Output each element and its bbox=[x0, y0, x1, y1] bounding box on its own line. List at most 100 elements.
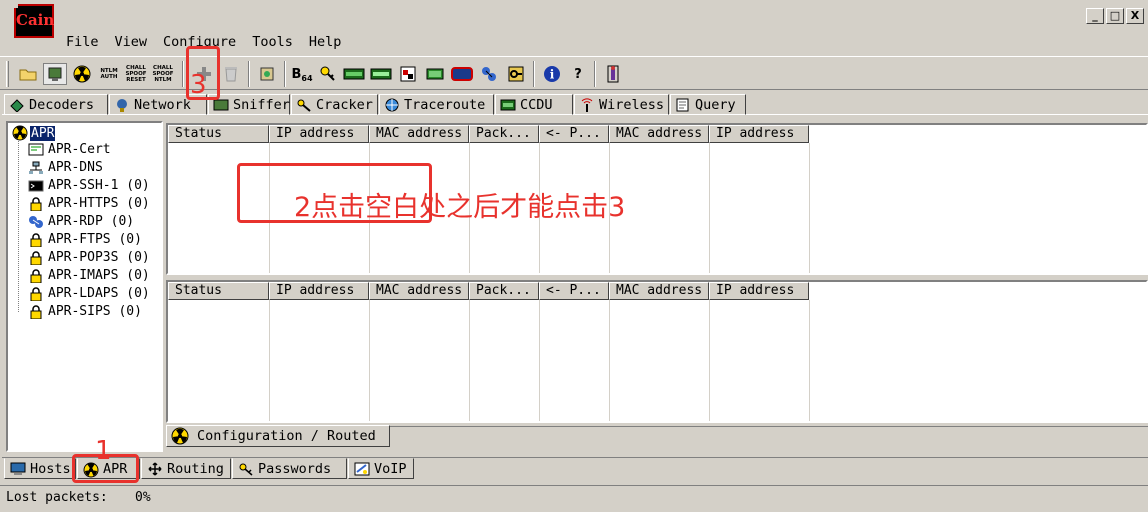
vpn-decoder-icon[interactable] bbox=[369, 63, 393, 85]
tab-traceroute[interactable]: Traceroute bbox=[379, 94, 494, 115]
b64-sub: 64 bbox=[301, 73, 313, 83]
col-mac-address[interactable]: MAC address bbox=[369, 125, 469, 143]
col-back-packets[interactable]: <- P... bbox=[539, 282, 609, 300]
password-key-icon[interactable] bbox=[504, 63, 528, 85]
minimize-button[interactable]: _ bbox=[1086, 8, 1104, 24]
tree-item-label: APR-IMAPS (0) bbox=[48, 268, 150, 283]
tab-sniffer[interactable]: Sniffer bbox=[208, 94, 290, 115]
tab-configuration-routed[interactable]: Configuration / Routed bbox=[166, 425, 390, 447]
lost-packets-value: 0% bbox=[135, 490, 151, 505]
network-icon bbox=[114, 98, 130, 112]
tab-ccdu[interactable]: CCDU bbox=[495, 94, 573, 115]
tab-cracker[interactable]: Cracker bbox=[291, 94, 378, 115]
certificate-icon bbox=[28, 143, 44, 157]
apr-radiation-icon bbox=[12, 125, 28, 141]
wireless-scan-icon[interactable] bbox=[477, 63, 501, 85]
help-glyph: ? bbox=[574, 66, 582, 82]
col-ip-address[interactable]: IP address bbox=[269, 282, 369, 300]
tab-voip[interactable]: VoIP bbox=[348, 458, 414, 479]
routing-arrows-icon bbox=[147, 461, 163, 476]
tree-item-apr-ftps[interactable]: APR-FTPS (0) bbox=[28, 231, 142, 248]
tree-connector bbox=[18, 141, 19, 312]
col-back-packets[interactable]: <- P... bbox=[539, 125, 609, 143]
base64-icon[interactable]: B 64 bbox=[290, 63, 314, 85]
passwords-key-icon bbox=[238, 462, 254, 476]
col-mac-address-2[interactable]: MAC address bbox=[609, 125, 709, 143]
toolbar-separator bbox=[594, 61, 596, 87]
grid-line bbox=[809, 143, 810, 273]
tree-item-apr-ldaps[interactable]: APR-LDAPS (0) bbox=[28, 285, 150, 302]
lsa-secrets-icon[interactable] bbox=[396, 63, 420, 85]
help-icon[interactable]: ? bbox=[566, 63, 590, 85]
ntlm-auth-text-2: AUTH bbox=[100, 74, 118, 80]
tab-ccdu-label: CCDU bbox=[520, 96, 553, 113]
col-packets[interactable]: Pack... bbox=[469, 125, 539, 143]
toolbar-separator bbox=[284, 61, 286, 87]
toolbar-grip[interactable] bbox=[6, 61, 9, 87]
open-folder-icon[interactable] bbox=[16, 63, 40, 85]
tree-item-apr-pop3s[interactable]: APR-POP3S (0) bbox=[28, 249, 150, 266]
tab-voip-label: VoIP bbox=[374, 460, 407, 477]
grid-line bbox=[609, 300, 610, 421]
user-exit-icon[interactable] bbox=[601, 63, 625, 85]
col-ip-address-2[interactable]: IP address bbox=[709, 125, 809, 143]
start-sniffer-icon[interactable] bbox=[43, 63, 67, 85]
info-icon[interactable]: i bbox=[540, 63, 564, 85]
tree-item-label: APR-DNS bbox=[48, 160, 103, 175]
menu-view[interactable]: View bbox=[115, 33, 148, 51]
col-ip-address-2[interactable]: IP address bbox=[709, 282, 809, 300]
tree-item-apr-sips[interactable]: APR-SIPS (0) bbox=[28, 303, 142, 320]
start-apr-icon[interactable] bbox=[70, 63, 94, 85]
tree-item-apr-cert[interactable]: APR-Cert bbox=[28, 141, 111, 158]
menu-help[interactable]: Help bbox=[309, 33, 342, 51]
key-lock-icon[interactable] bbox=[316, 63, 340, 85]
tree-item-apr-rdp[interactable]: APR-RDP (0) bbox=[28, 213, 134, 230]
ntlm-auth-icon[interactable]: NTLM AUTH bbox=[97, 63, 121, 85]
chall-spoof-ntlm-icon[interactable]: CHALL SPOOF NTLM bbox=[151, 63, 175, 85]
col-mac-address-2[interactable]: MAC address bbox=[609, 282, 709, 300]
upper-list-header: Status IP address MAC address Pack... <-… bbox=[168, 125, 809, 143]
lower-list-header: Status IP address MAC address Pack... <-… bbox=[168, 282, 809, 300]
tab-routing[interactable]: Routing bbox=[141, 458, 231, 479]
tree-item-apr-imaps[interactable]: APR-IMAPS (0) bbox=[28, 267, 150, 284]
tab-cracker-label: Cracker bbox=[316, 96, 373, 113]
tree-item-label: APR-POP3S (0) bbox=[48, 250, 150, 265]
dialup-password-icon[interactable] bbox=[423, 63, 447, 85]
menu-file[interactable]: File bbox=[66, 33, 99, 51]
tree-item-apr-ssh1[interactable]: APR-SSH-1 (0) bbox=[28, 177, 150, 194]
maximize-button[interactable]: □ bbox=[1106, 8, 1124, 24]
col-ip-address[interactable]: IP address bbox=[269, 125, 369, 143]
tab-passwords-label: Passwords bbox=[258, 460, 332, 477]
col-packets[interactable]: Pack... bbox=[469, 282, 539, 300]
cisco-config-icon[interactable] bbox=[450, 63, 474, 85]
tab-decoders[interactable]: Decoders bbox=[4, 94, 108, 115]
tree-item-label: APR-Cert bbox=[48, 142, 111, 157]
tab-query[interactable]: Query bbox=[670, 94, 746, 115]
tab-traceroute-label: Traceroute bbox=[404, 96, 486, 113]
chall-spoof-reset-icon[interactable]: CHALL SPOOF RESET bbox=[124, 63, 148, 85]
lock-icon bbox=[28, 232, 44, 247]
hash-calc-icon[interactable] bbox=[342, 63, 366, 85]
apr-lower-list[interactable]: Status IP address MAC address Pack... <-… bbox=[166, 280, 1148, 423]
menu-tools[interactable]: Tools bbox=[252, 33, 293, 51]
col-status[interactable]: Status bbox=[168, 282, 269, 300]
cain-window: Cain _ □ X File View Configure Tools Hel… bbox=[0, 0, 1148, 512]
tree-item-apr-dns[interactable]: APR-DNS bbox=[28, 159, 103, 176]
certificate-icon[interactable] bbox=[255, 63, 279, 85]
tab-passwords[interactable]: Passwords bbox=[232, 458, 347, 479]
grid-line bbox=[539, 300, 540, 421]
col-mac-address[interactable]: MAC address bbox=[369, 282, 469, 300]
tree-item-apr-https[interactable]: APR-HTTPS (0) bbox=[28, 195, 150, 212]
tab-wireless[interactable]: Wireless bbox=[574, 94, 669, 115]
lock-icon bbox=[28, 250, 44, 265]
close-button[interactable]: X bbox=[1126, 8, 1144, 24]
traceroute-icon bbox=[384, 98, 400, 112]
tree-root-apr[interactable]: APR bbox=[12, 125, 56, 141]
tab-network-label: Network bbox=[134, 96, 191, 113]
tab-hosts[interactable]: Hosts bbox=[4, 458, 76, 479]
lock-icon bbox=[28, 268, 44, 283]
recycle-bin-icon[interactable] bbox=[219, 63, 243, 85]
tree-item-label: APR-RDP (0) bbox=[48, 214, 135, 229]
col-status[interactable]: Status bbox=[168, 125, 269, 143]
cain-logo: Cain bbox=[10, 0, 54, 38]
